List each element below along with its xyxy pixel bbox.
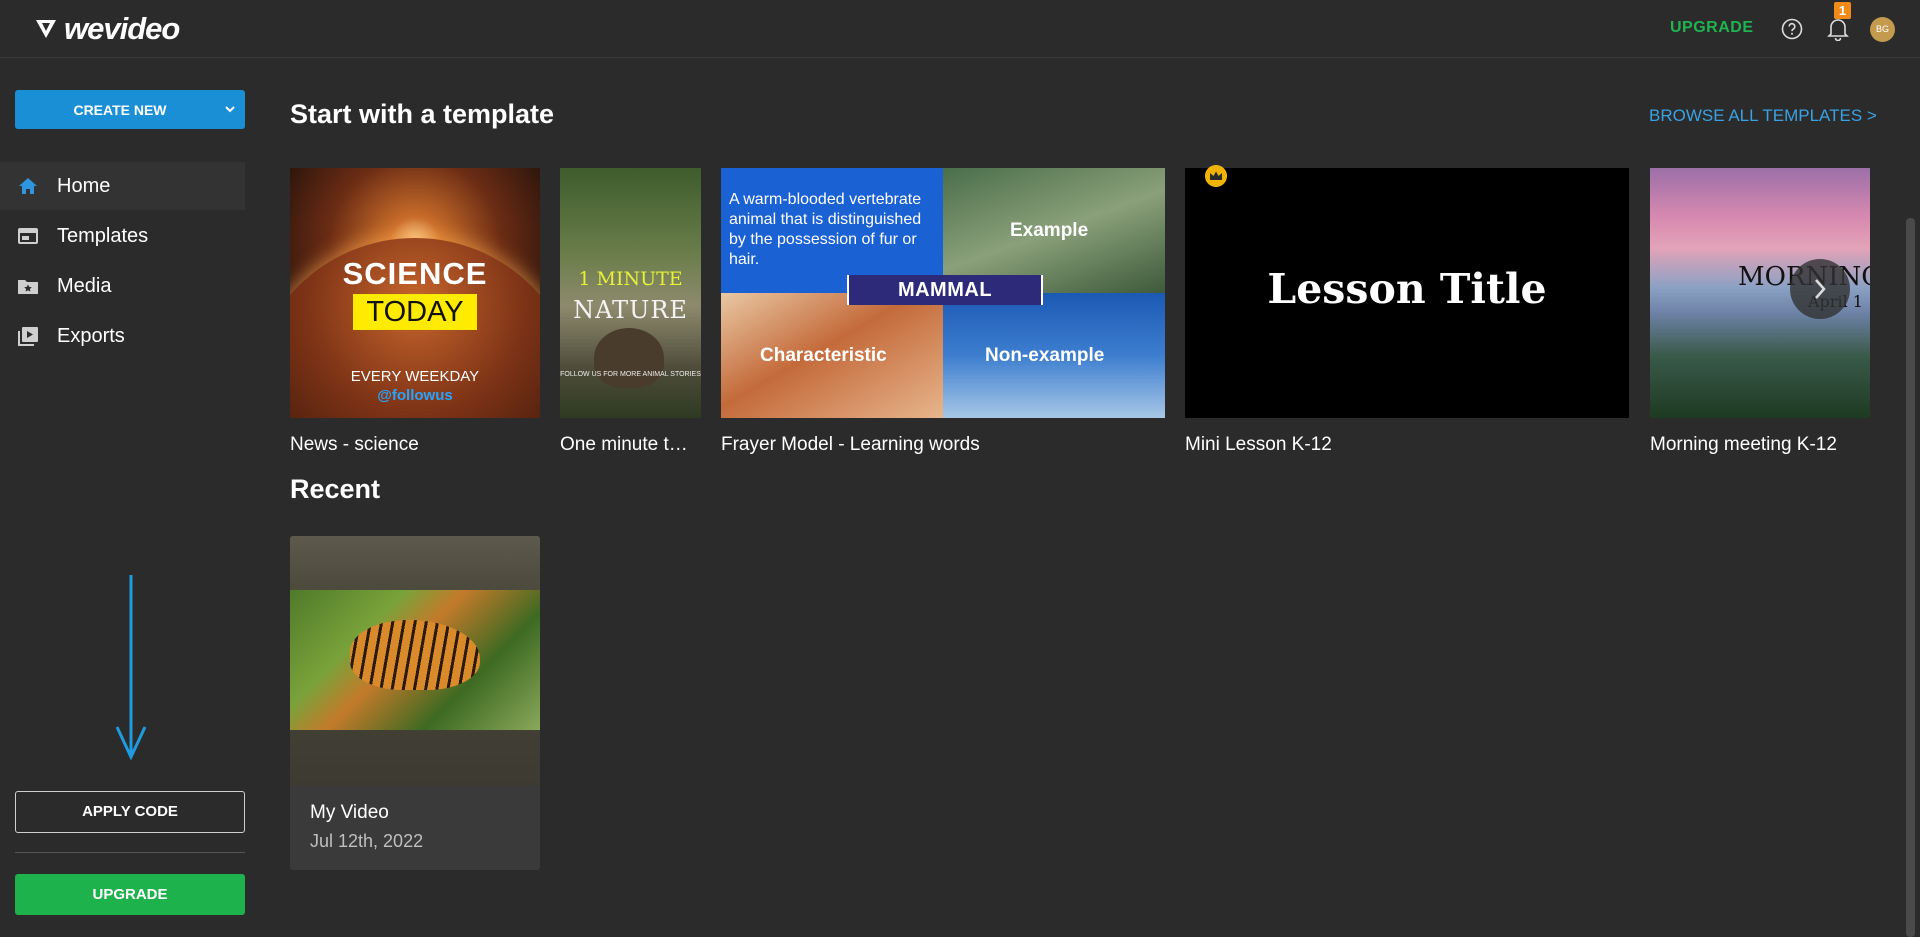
user-avatar[interactable]: BG xyxy=(1870,17,1895,42)
thumb-text: Example xyxy=(1010,220,1089,241)
logo-text: wevideo xyxy=(64,11,180,46)
sidebar-divider xyxy=(15,852,245,853)
thumb-text: TODAY xyxy=(353,294,477,330)
browse-all-templates-link[interactable]: BROWSE ALL TEMPLATES > xyxy=(1649,106,1877,126)
template-caption[interactable]: Morning meeting K-12 xyxy=(1650,434,1870,456)
thumb-text: 1 MINUTE xyxy=(578,268,683,290)
template-caption[interactable]: Mini Lesson K-12 xyxy=(1185,434,1629,456)
create-new-button[interactable]: CREATE NEW xyxy=(15,90,245,129)
top-bar: wevideo UPGRADE 1 BG xyxy=(0,0,1920,58)
tiger-image xyxy=(290,590,540,730)
video-date: Jul 12th, 2022 xyxy=(310,831,424,851)
premium-crown-icon xyxy=(1205,165,1227,187)
templates-icon xyxy=(18,228,38,244)
logo-mark-icon xyxy=(36,20,56,38)
tiger-shape xyxy=(350,620,480,690)
thumb-text: SCIENCE xyxy=(342,256,488,291)
sidebar-item-label: Templates xyxy=(57,224,149,247)
sidebar-item-media[interactable]: Media xyxy=(0,262,245,310)
thumb-text: Non-example xyxy=(985,345,1105,366)
create-new-label: CREATE NEW xyxy=(73,101,167,118)
template-caption[interactable]: Frayer Model - Learning words xyxy=(721,434,1165,456)
thumb-text: EVERY WEEKDAY xyxy=(350,368,480,385)
sidebar-item-exports[interactable]: Exports xyxy=(0,312,245,360)
sidebar-upgrade-button[interactable]: UPGRADE xyxy=(15,874,245,915)
media-icon xyxy=(18,280,38,294)
arrow-down-icon xyxy=(115,575,147,761)
recent-video-card[interactable]: My Video Jul 12th, 2022 xyxy=(290,536,540,870)
thumb-text: @followus xyxy=(377,387,453,404)
video-thumbnail xyxy=(290,536,540,786)
wevideo-logo[interactable]: wevideo xyxy=(34,11,180,46)
duck-image xyxy=(594,328,664,388)
sidebar-item-templates[interactable]: Templates xyxy=(0,212,245,260)
notification-badge: 1 xyxy=(1834,2,1851,19)
page-scrollbar[interactable] xyxy=(1906,218,1915,937)
thumb-text: A warm-blooded vertebrate animal that is… xyxy=(729,191,922,268)
carousel-next-button[interactable] xyxy=(1790,259,1850,319)
template-caption[interactable]: One minute t… xyxy=(560,434,710,456)
templates-section-title: Start with a template xyxy=(290,99,555,129)
sidebar-item-label: Home xyxy=(57,174,111,197)
thumb-text: NATURE xyxy=(573,296,688,324)
thumb-text: MAMMAL xyxy=(847,275,1043,305)
recent-section-title: Recent xyxy=(290,474,381,504)
sidebar-item-home[interactable]: Home xyxy=(0,162,245,210)
notifications-bell-icon[interactable] xyxy=(1827,17,1849,41)
chevron-down-icon[interactable] xyxy=(215,90,245,129)
template-card-news-science[interactable]: SCIENCE TODAY EVERY WEEKDAY @followus xyxy=(290,168,540,418)
help-icon[interactable] xyxy=(1781,18,1803,40)
exports-icon xyxy=(18,327,38,346)
home-icon xyxy=(19,178,37,194)
thumb-text: FOLLOW US FOR MORE ANIMAL STORIES xyxy=(560,371,701,378)
template-card-one-minute[interactable]: 1 MINUTE NATURE FOLLOW US FOR MORE ANIMA… xyxy=(560,168,701,418)
template-card-frayer-model[interactable]: A warm-blooded vertebrate animal that is… xyxy=(721,168,1165,418)
template-card-mini-lesson[interactable]: Lesson Title xyxy=(1185,168,1629,418)
header-upgrade-link[interactable]: UPGRADE xyxy=(1670,19,1754,37)
frayer-characteristic-quadrant: Characteristic xyxy=(721,293,943,418)
apply-code-button[interactable]: APPLY CODE xyxy=(15,791,245,833)
chevron-right-icon xyxy=(1815,279,1826,299)
thumb-text: Characteristic xyxy=(760,345,887,366)
sidebar-item-label: Media xyxy=(57,274,112,297)
frayer-nonexample-quadrant: Non-example xyxy=(943,293,1165,418)
thumb-text: Lesson Title xyxy=(1267,265,1547,313)
template-caption[interactable]: News - science xyxy=(290,434,540,456)
video-title: My Video xyxy=(310,802,389,823)
sidebar-item-label: Exports xyxy=(57,324,125,347)
